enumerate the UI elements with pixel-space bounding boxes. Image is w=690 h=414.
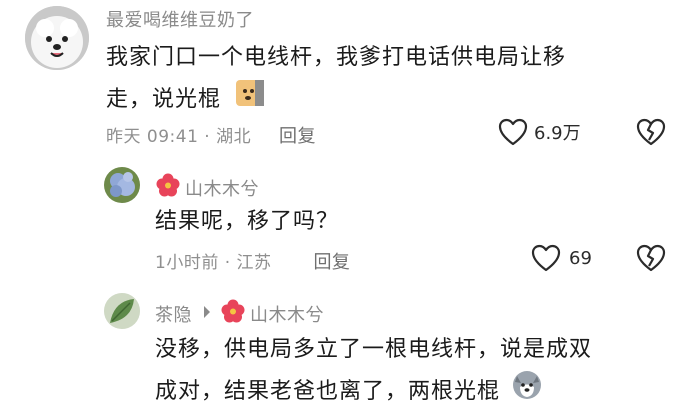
- husky-emoji: [512, 370, 542, 414]
- comment-2-author-row: 山木木兮: [155, 172, 259, 203]
- comment-2-reply-button[interactable]: 回复: [313, 252, 350, 273]
- comment-1-content-line-1: 我家门口一个电线杆，我爹打电话供电局让移: [106, 45, 567, 70]
- comment-3-content: 没移，供电局多立了一根电线杆，说是成双 成对，结果老爸也离了，两根光棍: [155, 330, 675, 414]
- comment-3-author-row: 茶隐 山木木兮: [155, 298, 324, 329]
- comment-1-like-count: 6.9万: [534, 123, 581, 144]
- broken-heart-icon: [636, 118, 666, 146]
- heart-outline-icon: [531, 244, 561, 272]
- comment-1-dislike-button[interactable]: [636, 118, 666, 146]
- flower-badge-icon: [220, 298, 246, 329]
- heart-outline-icon: [498, 118, 528, 146]
- comment-1-author[interactable]: 最爱喝维维豆奶了: [106, 6, 254, 32]
- comment-2-author[interactable]: 山木木兮: [185, 175, 259, 201]
- avatar-comment-3[interactable]: [104, 293, 140, 329]
- reply-arrow-icon: [202, 303, 212, 324]
- broken-heart-icon: [636, 244, 666, 272]
- comment-1-reply-button[interactable]: 回复: [279, 126, 316, 147]
- comment-1-like-button[interactable]: 6.9万: [498, 118, 581, 146]
- comment-2-like-button[interactable]: 69: [531, 244, 592, 272]
- comment-3-content-line-1: 没移，供电局多立了一根电线杆，说是成双: [155, 337, 593, 362]
- doge-emoji: [235, 78, 265, 122]
- comment-1-meta: 昨天 09:41 · 湖北 回复: [106, 122, 316, 148]
- samoyed-avatar-image: [25, 6, 89, 70]
- comment-2-time-location: 1小时前 · 江苏: [155, 253, 272, 273]
- comment-3-reply-to[interactable]: 山木木兮: [250, 301, 324, 327]
- avatar-comment-1[interactable]: [25, 6, 89, 70]
- comment-2-content: 结果呢，移了吗？: [155, 209, 340, 234]
- comment-1-content-line-2: 走，说光棍: [106, 78, 666, 122]
- comment-2-meta: 1小时前 · 江苏 回复: [155, 248, 350, 274]
- avatar-comment-2[interactable]: [104, 167, 140, 203]
- comment-3-author[interactable]: 茶隐: [155, 301, 192, 327]
- flower-badge-icon: [155, 172, 181, 203]
- comment-1-content-line-2-text: 走，说光棍: [106, 87, 222, 112]
- comment-2-like-count: 69: [569, 247, 592, 269]
- comment-3-content-line-2-text: 成对，结果老爸也离了，两根光棍: [155, 379, 501, 404]
- comment-2-dislike-button[interactable]: [636, 244, 666, 272]
- hydrangea-avatar-image: [104, 167, 140, 203]
- comment-1-time-location: 昨天 09:41 · 湖北: [106, 127, 252, 147]
- comment-1-content: 我家门口一个电线杆，我爹打电话供电局让移 走，说光棍: [106, 38, 666, 122]
- comment-3-content-line-2: 成对，结果老爸也离了，两根光棍: [155, 370, 675, 414]
- leaf-avatar-image: [104, 293, 140, 329]
